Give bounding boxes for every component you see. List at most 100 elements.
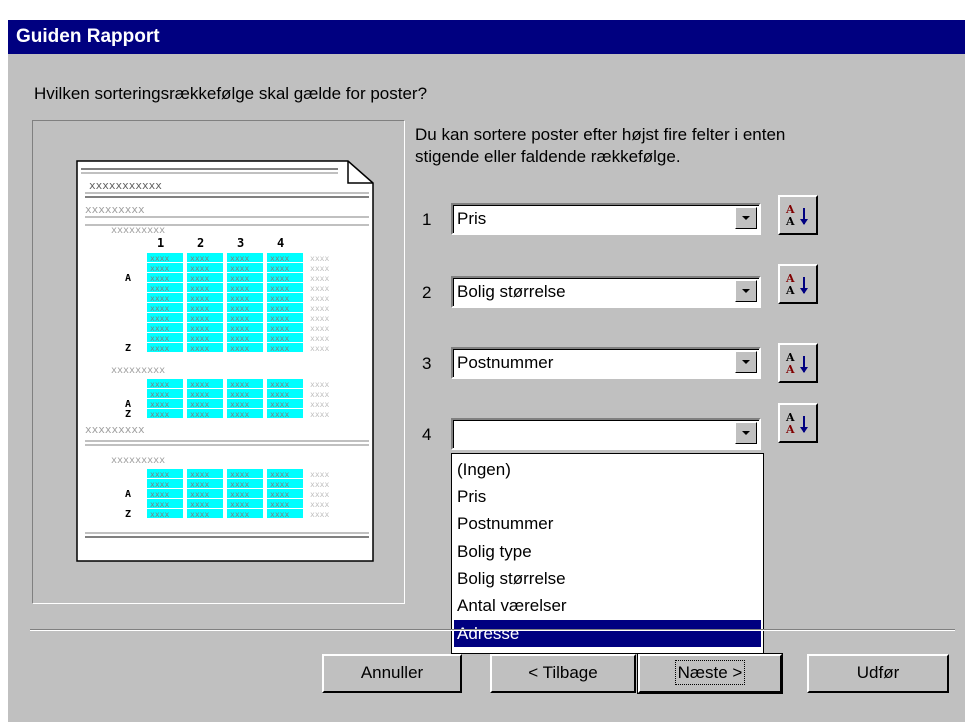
sort-field-2-value: Bolig størrelse	[457, 282, 566, 301]
preview-cell-text: xxxx	[310, 400, 329, 409]
sort-order-1-button[interactable]: A A	[778, 195, 818, 235]
preview-cell-text: xxxx	[190, 410, 209, 419]
sort-ascending-icon: A A	[785, 351, 808, 376]
dropdown-option-pris[interactable]: Pris	[454, 483, 761, 510]
dropdown-option-antal-vaerelser[interactable]: Antal værelser	[454, 592, 761, 619]
preview-cell-text: xxxx	[190, 294, 209, 303]
description-line-2: stigende eller faldende rækkefølge.	[415, 147, 681, 166]
preview-cell-text: xxxx	[310, 274, 329, 283]
question-label: Hvilken sorteringsrækkefølge skal gælde …	[34, 84, 428, 103]
dropdown-option-postnummer[interactable]: Postnummer	[454, 510, 761, 537]
preview-cell-text: xxxx	[230, 254, 249, 263]
finish-button[interactable]: Udfør	[807, 654, 949, 693]
preview-sort-glyph: Z	[125, 409, 131, 420]
preview-group-placeholder: xxxxxxxxx	[111, 455, 165, 466]
preview-cell-text: xxxx	[190, 264, 209, 273]
preview-column-number: 2	[197, 236, 204, 250]
sort-field-2-combobox[interactable]: Bolig størrelse	[451, 276, 761, 308]
preview-cell-text: xxxx	[190, 284, 209, 293]
preview-cell-text: xxxx	[310, 510, 329, 519]
window: Guiden Rapport Hvilken sorteringsrækkefø…	[0, 0, 965, 722]
preview-cell-text: xxxx	[150, 410, 169, 419]
sort-field-4-combobox[interactable]	[451, 418, 761, 450]
preview-cell-text: xxxx	[270, 480, 289, 489]
sort-field-1-value: Pris	[457, 209, 487, 228]
sort-field-3-combobox[interactable]: Postnummer	[451, 347, 761, 379]
svg-text:A: A	[785, 215, 795, 228]
report-wizard-dialog: Guiden Rapport Hvilken sorteringsrækkefø…	[8, 20, 965, 722]
preview-cell-text: xxxx	[230, 500, 249, 509]
preview-title-placeholder: xxxxxxxxxxx	[89, 179, 162, 192]
preview-cell-text: xxxx	[150, 334, 169, 343]
preview-cell-text: xxxx	[190, 334, 209, 343]
preview-group-placeholder: xxxxxxxxx	[111, 365, 165, 376]
sort-field-3-value: Postnummer	[457, 353, 554, 372]
next-button[interactable]: Næste >	[637, 653, 783, 694]
preview-cell-text: xxxx	[270, 304, 289, 313]
chevron-down-icon[interactable]	[735, 422, 757, 444]
preview-sort-glyph: Z	[125, 343, 131, 354]
preview-cell-text: xxxx	[150, 480, 169, 489]
preview-cell-text: xxxx	[270, 500, 289, 509]
preview-group-placeholder: xxxxxxxxx	[85, 423, 145, 436]
preview-cell-text: xxxx	[190, 324, 209, 333]
dropdown-option-bolig-storrelse[interactable]: Bolig størrelse	[454, 565, 761, 592]
preview-cell-text: xxxx	[150, 274, 169, 283]
preview-column-number: 3	[237, 236, 244, 250]
dropdown-option-adresse[interactable]: Adresse	[454, 620, 761, 647]
svg-text:A: A	[785, 423, 795, 436]
sort-order-4-button[interactable]: A A	[778, 403, 818, 443]
preview-cell-text: xxxx	[310, 390, 329, 399]
preview-cell-text: xxxx	[150, 490, 169, 499]
preview-cell-text: xxxx	[310, 410, 329, 419]
chevron-down-icon[interactable]	[735, 351, 757, 373]
preview-cell-text: xxxx	[230, 334, 249, 343]
preview-cell-text: xxxx	[310, 380, 329, 389]
preview-cell-text: xxxx	[270, 410, 289, 419]
preview-cell-text: xxxx	[230, 284, 249, 293]
preview-cell-text: xxxx	[150, 254, 169, 263]
preview-cell-text: xxxx	[310, 314, 329, 323]
preview-cell-text: xxxx	[310, 480, 329, 489]
sort-order-3-button[interactable]: A A	[778, 343, 818, 383]
preview-cell-text: xxxx	[150, 400, 169, 409]
chevron-down-icon[interactable]	[735, 280, 757, 302]
preview-sort-glyph: A	[125, 273, 131, 284]
preview-cell-text: xxxx	[310, 344, 329, 353]
preview-cell-text: xxxx	[270, 284, 289, 293]
cancel-button[interactable]: Annuller	[322, 654, 462, 693]
sort-row-4-number: 4	[422, 425, 432, 444]
dropdown-option-bolig-type[interactable]: Bolig type	[454, 538, 761, 565]
description-line-1: Du kan sortere poster efter højst fire f…	[415, 125, 786, 144]
preview-cell-text: xxxx	[270, 380, 289, 389]
chevron-down-icon[interactable]	[735, 207, 757, 229]
preview-cell-text: xxxx	[310, 294, 329, 303]
preview-cell-text: xxxx	[190, 274, 209, 283]
preview-cell-text: xxxx	[150, 510, 169, 519]
back-button[interactable]: < Tilbage	[490, 654, 636, 693]
preview-cell-text: xxxx	[230, 470, 249, 479]
preview-cell-text: xxxx	[270, 334, 289, 343]
sort-ascending-icon: A A	[785, 272, 808, 297]
preview-cell-text: xxxx	[230, 304, 249, 313]
preview-cell-text: xxxx	[230, 324, 249, 333]
preview-group-placeholder: xxxxxxxxx	[111, 225, 165, 236]
preview-cell-text: xxxx	[270, 324, 289, 333]
preview-cell-text: xxxx	[190, 380, 209, 389]
sort-order-2-button[interactable]: A A	[778, 264, 818, 304]
preview-cell-text: xxxx	[150, 264, 169, 273]
preview-cell-text: xxxx	[310, 334, 329, 343]
title-bar[interactable]: Guiden Rapport	[8, 20, 965, 54]
preview-cell-text: xxxx	[150, 324, 169, 333]
preview-cell-text: xxxx	[270, 264, 289, 273]
preview-cell-text: xxxx	[230, 380, 249, 389]
preview-cell-text: xxxx	[310, 254, 329, 263]
sort-field-1-combobox[interactable]: Pris	[451, 203, 761, 235]
preview-cell-text: xxxx	[230, 344, 249, 353]
dropdown-option-ingen[interactable]: (Ingen)	[454, 456, 761, 483]
preview-cell-text: xxxx	[270, 510, 289, 519]
preview-cell-text: xxxx	[230, 410, 249, 419]
preview-cell-text: xxxx	[310, 284, 329, 293]
preview-column-number: 1	[157, 236, 164, 250]
preview-cell-text: xxxx	[270, 400, 289, 409]
